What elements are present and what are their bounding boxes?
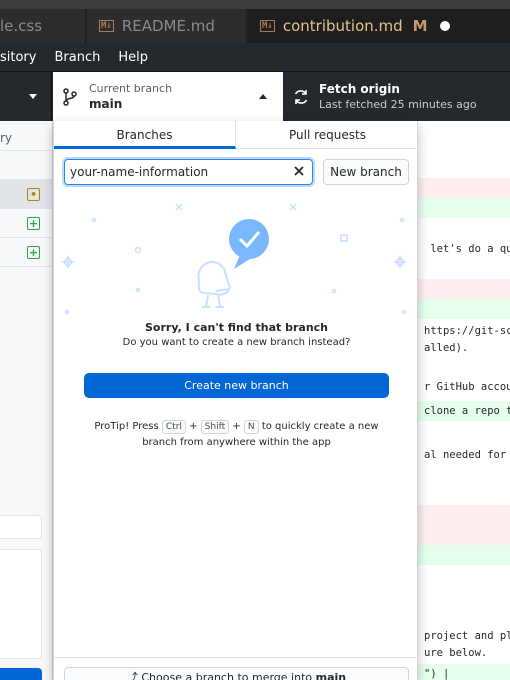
diff-line: [418, 279, 510, 299]
diff-line: [418, 545, 510, 565]
protip-prefix: ProTip! Press: [94, 421, 159, 432]
current-branch-caption: Current branch: [89, 82, 173, 95]
file-list-item[interactable]: +: [0, 209, 52, 238]
diff-line: [418, 198, 510, 218]
file-modified-icon: •: [27, 188, 40, 201]
markdown-icon: M↓: [260, 20, 275, 32]
diff-line: [418, 178, 510, 198]
empty-state-title: Sorry, I can't find that branch: [145, 321, 328, 334]
current-branch-name: main: [89, 97, 123, 111]
sync-icon: [294, 90, 308, 104]
protip-suffix-2: branch from anywhere within the app: [142, 437, 331, 448]
fetch-subtitle: Last fetched 25 minutes ago: [319, 98, 477, 111]
commit-button[interactable]: [0, 668, 42, 680]
protip-text: ProTip! Press Ctrl + Shift + N to quickl…: [84, 419, 389, 451]
editor-tab-label: le.css: [0, 17, 43, 35]
footer-divider: [54, 657, 419, 658]
plus-sign: +: [232, 421, 241, 432]
repository-selector[interactable]: [0, 72, 52, 122]
close-icon[interactable]: [293, 165, 305, 177]
editor-tab-readme[interactable]: M↓ README.md: [87, 9, 247, 43]
protip-suffix: to quickly create a new: [261, 421, 379, 432]
merge-branch-button[interactable]: ⤴ Choose a branch to merge into main: [64, 667, 409, 680]
chevron-down-icon: [29, 94, 37, 99]
menu-repository[interactable]: sitory: [0, 50, 36, 65]
markdown-icon: M↓: [99, 20, 114, 32]
git-branch-icon: [63, 88, 77, 106]
empty-state-subtitle: Do you want to create a new branch inste…: [122, 337, 351, 348]
sidebar-tab-history[interactable]: ry: [0, 121, 52, 151]
changes-sidebar: ry • + +: [0, 121, 53, 680]
merge-label: Choose a branch to merge into: [141, 671, 313, 680]
fetch-title: Fetch origin: [319, 82, 400, 96]
merge-icon: ⤴: [126, 671, 142, 680]
diff-line: r GitHub account: [424, 381, 510, 393]
no-branches-illustration: [62, 203, 407, 315]
dropdown-tabs: Branches Pull requests: [54, 121, 419, 149]
current-branch-button[interactable]: Current branch main: [53, 72, 283, 122]
diff-line: ure below.: [424, 647, 488, 659]
editor-tab-label: contribution.md: [282, 17, 403, 35]
editor-tab-css[interactable]: le.css: [0, 9, 86, 43]
editor-tab-contribution[interactable]: M↓ contribution.md M: [248, 9, 510, 43]
create-new-branch-button[interactable]: Create new branch: [84, 373, 389, 398]
key-shift: Shift: [200, 420, 230, 434]
menu-branch[interactable]: Branch: [54, 50, 100, 65]
commit-summary-input[interactable]: [0, 515, 42, 539]
key-ctrl: Ctrl: [161, 420, 186, 434]
diff-line: [418, 505, 510, 525]
editor-tab-strip: le.css M↓ README.md M↓ contribution.md M: [0, 0, 510, 43]
diff-view: let's do a qui https://git-scm alled). r Gi…: [418, 121, 510, 680]
unsaved-dot-icon[interactable]: [439, 21, 450, 31]
diff-line: let's do a qui: [424, 243, 510, 255]
commit-description-input[interactable]: [0, 549, 42, 659]
diff-line: alled).: [424, 342, 469, 354]
tab-branches[interactable]: Branches: [54, 121, 236, 149]
modified-indicator: M: [412, 17, 428, 35]
branch-dropdown: Branches Pull requests your-name-informa…: [53, 121, 419, 680]
file-list-item[interactable]: •: [0, 180, 52, 209]
menu-bar: sitory Branch Help: [0, 43, 510, 71]
diff-line: clone a repo th: [418, 401, 510, 421]
key-n: N: [243, 420, 259, 434]
fetch-origin-button[interactable]: Fetch origin Last fetched 25 minutes ago: [283, 72, 510, 122]
diff-line: [418, 299, 510, 319]
file-list-header: [0, 151, 52, 180]
merge-target-branch: main: [315, 671, 347, 680]
tab-pull-requests[interactable]: Pull requests: [236, 121, 419, 149]
plus-sign: +: [189, 421, 198, 432]
editor-tab-label: README.md: [121, 17, 215, 35]
toolbar: Current branch main Fetch origin Last fe…: [0, 71, 510, 122]
branch-filter-input[interactable]: your-name-information: [64, 159, 313, 185]
menu-help[interactable]: Help: [118, 50, 148, 65]
branch-filter-value: your-name-information: [70, 165, 209, 179]
diff-line: al needed for t: [424, 449, 510, 461]
file-added-icon: +: [27, 217, 40, 230]
file-list-item[interactable]: +: [0, 238, 52, 267]
file-added-icon: +: [27, 246, 40, 259]
diff-line: ") |: [418, 664, 510, 680]
chevron-up-icon: [259, 94, 267, 99]
diff-line: [418, 525, 510, 545]
new-branch-button[interactable]: New branch: [323, 159, 409, 185]
